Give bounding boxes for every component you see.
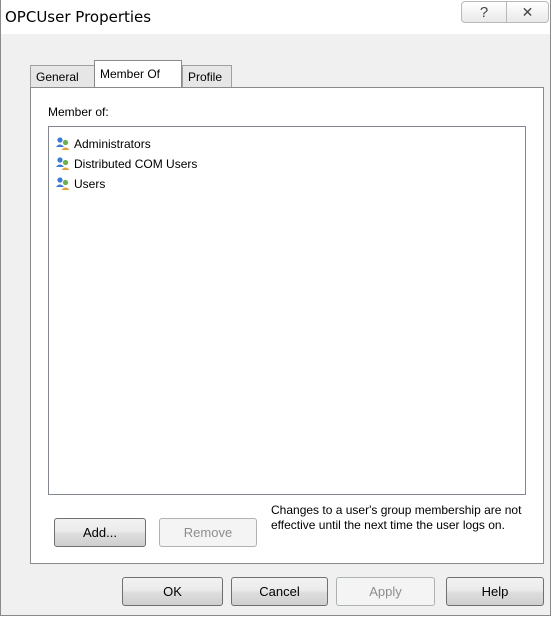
question-icon: ? — [479, 3, 489, 21]
add-button[interactable]: Add... — [54, 518, 146, 547]
group-name: Users — [74, 177, 106, 191]
group-name: Administrators — [74, 137, 151, 151]
title-bar[interactable]: OPCUser Properties ? ✕ — [1, 0, 550, 34]
list-item[interactable]: Users — [55, 175, 105, 193]
close-icon: ✕ — [521, 3, 534, 20]
cancel-button[interactable]: Cancel — [231, 577, 328, 606]
close-button[interactable]: ✕ — [506, 1, 549, 23]
list-item[interactable]: Distributed COM Users — [55, 155, 197, 173]
ok-button[interactable]: OK — [122, 577, 223, 606]
group-name: Distributed COM Users — [74, 157, 198, 171]
properties-dialog: OPCUser Properties ? ✕ General Member Of… — [0, 0, 551, 616]
user-group-icon — [55, 176, 71, 192]
remove-button[interactable]: Remove — [159, 518, 257, 547]
list-item[interactable]: Administrators — [55, 135, 151, 153]
tab-profile[interactable]: Profile — [182, 65, 232, 87]
help-button[interactable]: Help — [446, 577, 544, 606]
tab-member-of[interactable]: Member Of — [94, 60, 182, 87]
user-group-icon — [55, 156, 71, 172]
groups-listbox[interactable]: Administrators Distributed COM Users Use… — [48, 126, 526, 495]
help-caption-button[interactable]: ? — [461, 1, 507, 23]
member-of-label: Member of: — [48, 105, 109, 119]
user-group-icon — [55, 136, 71, 152]
window-title: OPCUser Properties — [5, 8, 152, 26]
apply-button[interactable]: Apply — [336, 577, 435, 606]
membership-note: Changes to a user's group membership are… — [271, 503, 522, 532]
tab-general[interactable]: General — [30, 65, 96, 87]
